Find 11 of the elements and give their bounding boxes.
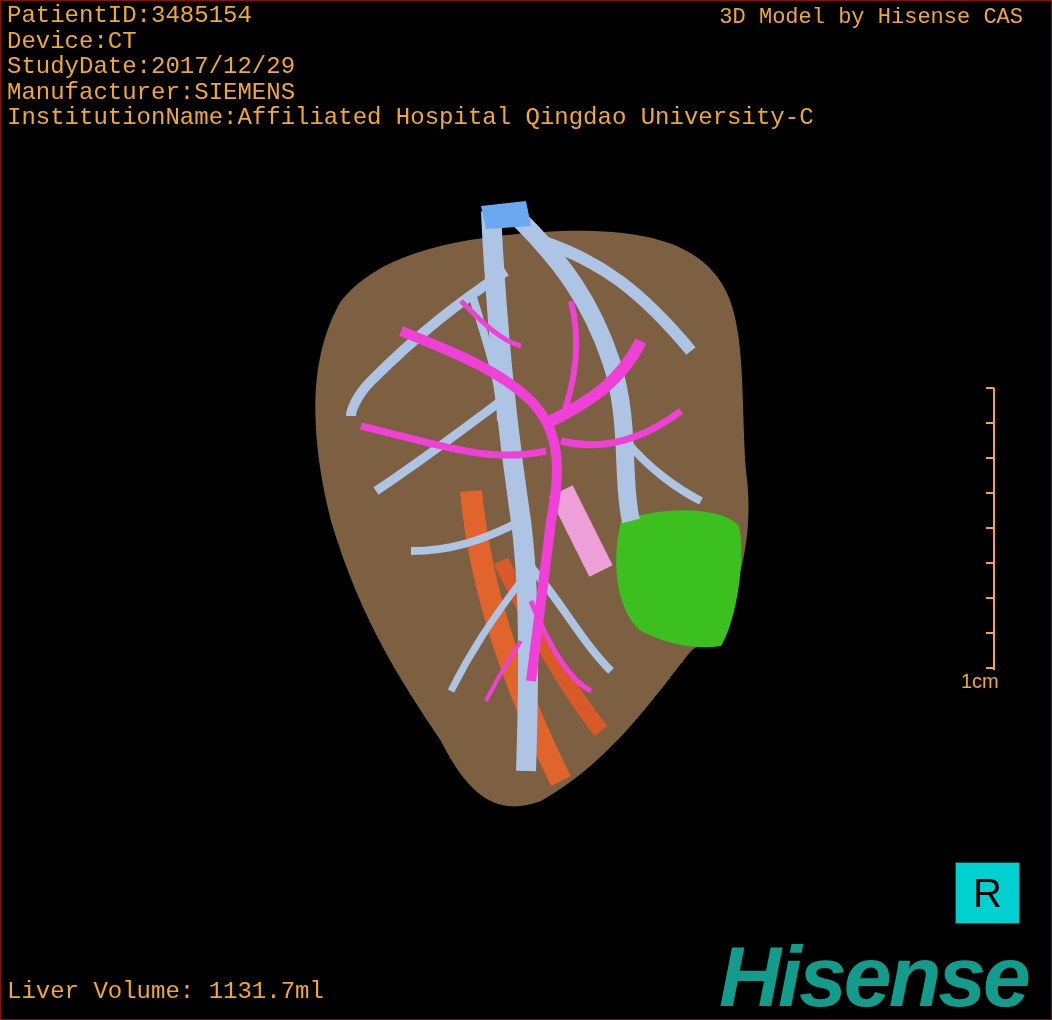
scale-bar-icon: [984, 387, 995, 671]
orientation-marker: R: [955, 862, 1020, 924]
credit-text: 3D Model by Hisense CAS: [719, 5, 1023, 30]
info-text: StudyDate:2017/12/29: [7, 54, 296, 80]
info-text: Manufacturer:SIEMENS: [7, 79, 296, 105]
info-text: PatientID:3485154: [7, 3, 252, 29]
liver-volume-text: Liver Volume: 1131.7ml: [7, 978, 324, 1006]
scale-label: 1cm: [961, 669, 999, 693]
logo-text: Hisense: [719, 931, 1028, 1019]
info-text: InstitutionName:Affiliated Hospital Qingdao University-C: [7, 105, 814, 131]
info-text: Device:CT: [7, 28, 137, 54]
